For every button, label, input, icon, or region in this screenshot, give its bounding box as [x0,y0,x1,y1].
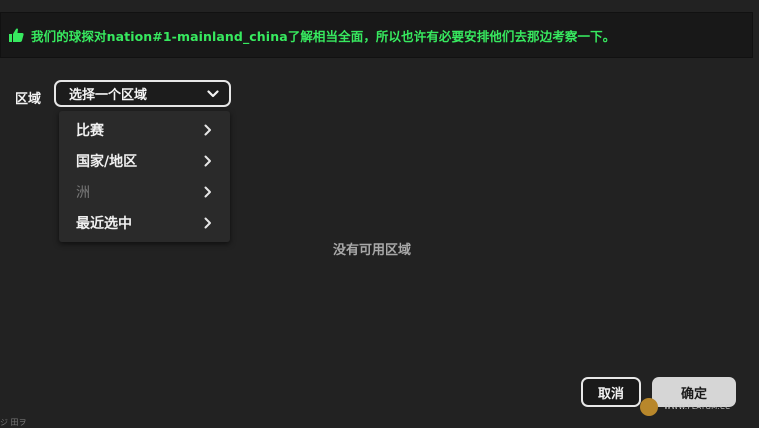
menu-item-recent[interactable]: 最近选中 [59,207,230,238]
chevron-right-icon [204,124,214,136]
region-dropdown-value: 选择一个区域 [69,88,148,103]
recommendation-banner: 我们的球探对nation#1-mainland_china了解相当全面，所以也许… [0,12,753,58]
region-dropdown-menu: 比赛 国家/地区 洲 最近选中 [59,111,230,242]
region-label: 区域 [15,92,42,107]
chevron-right-icon [204,186,214,198]
menu-item-label: 最近选中 [76,215,132,232]
menu-item-competition[interactable]: 比赛 [59,114,230,145]
cancel-button[interactable]: 取消 [581,377,641,407]
watermark-text: WWW.PLAYGM.CC [664,403,731,411]
empty-state-message: 没有可用区域 [333,243,412,258]
thumbs-up-icon [9,27,25,43]
region-dropdown[interactable]: 选择一个区域 [54,80,231,107]
banner-text: 我们的球探对nation#1-mainland_china了解相当全面，所以也许… [31,28,616,44]
corner-text: ジ 田ヲ [0,418,27,427]
watermark: WWW.PLAYGM.CC [640,396,755,418]
chevron-right-icon [204,217,214,229]
chevron-right-icon [204,155,214,167]
chevron-down-icon [207,88,219,100]
menu-item-continent[interactable]: 洲 [59,176,230,207]
watermark-logo-icon [640,398,658,416]
menu-item-nation[interactable]: 国家/地区 [59,145,230,176]
menu-item-label: 洲 [76,184,90,201]
menu-item-label: 国家/地区 [76,153,138,170]
menu-item-label: 比赛 [76,122,104,139]
